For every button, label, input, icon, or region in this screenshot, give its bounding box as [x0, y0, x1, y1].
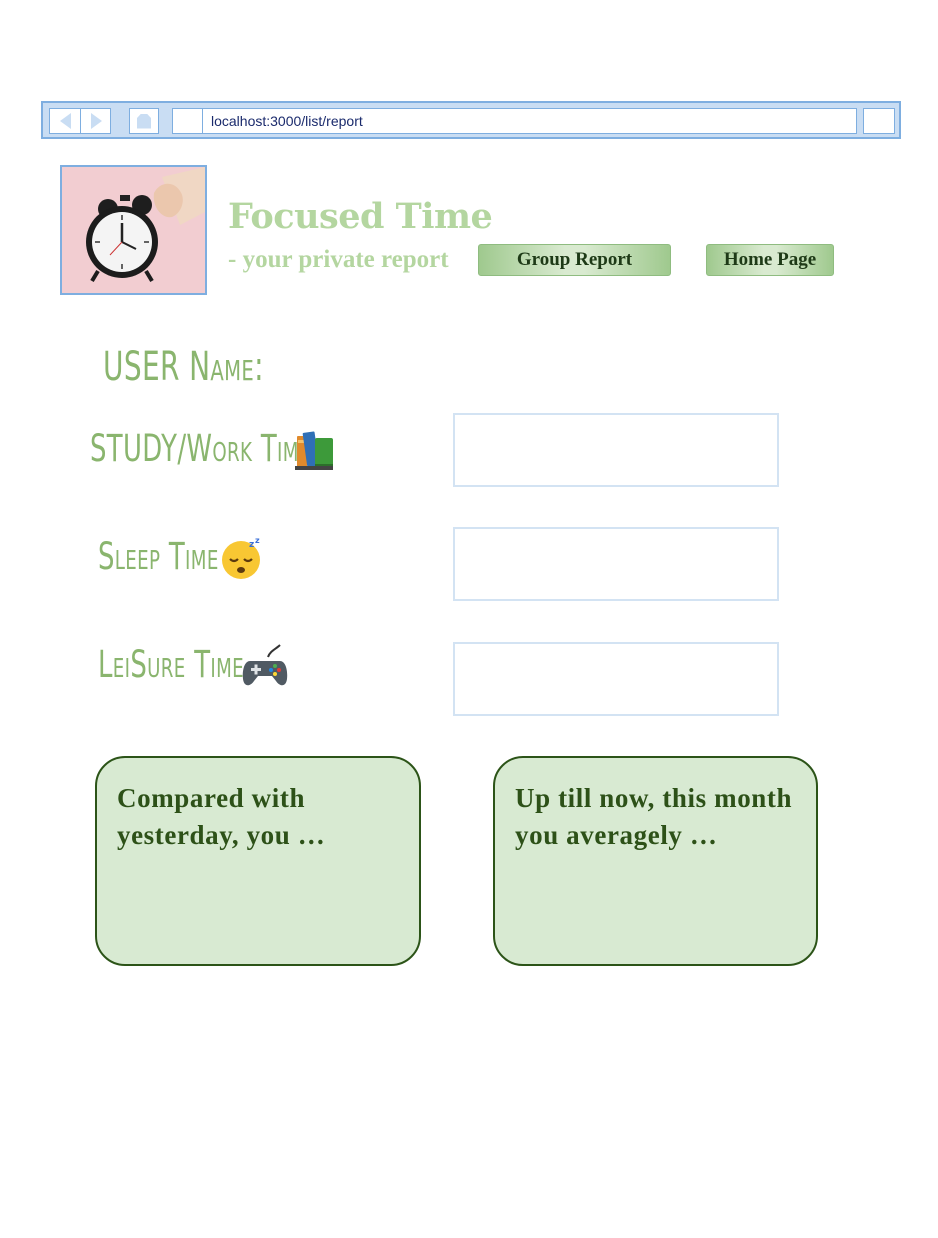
svg-text:z: z: [249, 540, 254, 550]
alarm-clock-logo: [60, 165, 207, 295]
alarm-clock-icon: [62, 167, 205, 293]
month-average-card: Up till now, this month you averagely …: [493, 756, 818, 966]
arrow-left-icon: [59, 113, 71, 129]
compare-yesterday-card: Compared with yesterday, you …: [95, 756, 421, 966]
sleep-time-input[interactable]: [453, 527, 779, 601]
sleeping-face-icon: z z: [222, 536, 260, 579]
back-button[interactable]: [50, 109, 81, 133]
study-work-time-label: STUDY/Work Time: [90, 427, 311, 470]
address-url[interactable]: localhost:3000/list/report: [211, 113, 363, 129]
home-page-button[interactable]: Home Page: [706, 244, 834, 276]
leisure-time-input[interactable]: [453, 642, 779, 716]
books-icon: [295, 431, 333, 470]
user-name-label: USER Name:: [103, 344, 264, 390]
browser-toolbar: localhost:3000/list/report: [41, 101, 901, 139]
forward-button[interactable]: [81, 109, 111, 133]
address-bar[interactable]: localhost:3000/list/report: [172, 108, 857, 134]
history-nav: [49, 108, 111, 134]
sleep-time-label: Sleep Time: [98, 535, 219, 578]
arrow-right-icon: [90, 113, 102, 129]
site-icon: [173, 109, 203, 133]
home-icon: [137, 113, 151, 129]
svg-text:z: z: [255, 536, 260, 545]
group-report-button[interactable]: Group Report: [478, 244, 671, 276]
game-controller-icon: [242, 644, 288, 686]
browser-menu-button[interactable]: [863, 108, 895, 134]
browser-home-button[interactable]: [129, 108, 159, 134]
leisure-time-label: LeiSure Time: [98, 643, 245, 686]
report-page: localhost:3000/list/report Focused Time …: [0, 0, 938, 1238]
study-work-time-input[interactable]: [453, 413, 779, 487]
page-title: Focused Time: [228, 196, 493, 237]
page-subtitle: - your private report: [228, 246, 449, 273]
